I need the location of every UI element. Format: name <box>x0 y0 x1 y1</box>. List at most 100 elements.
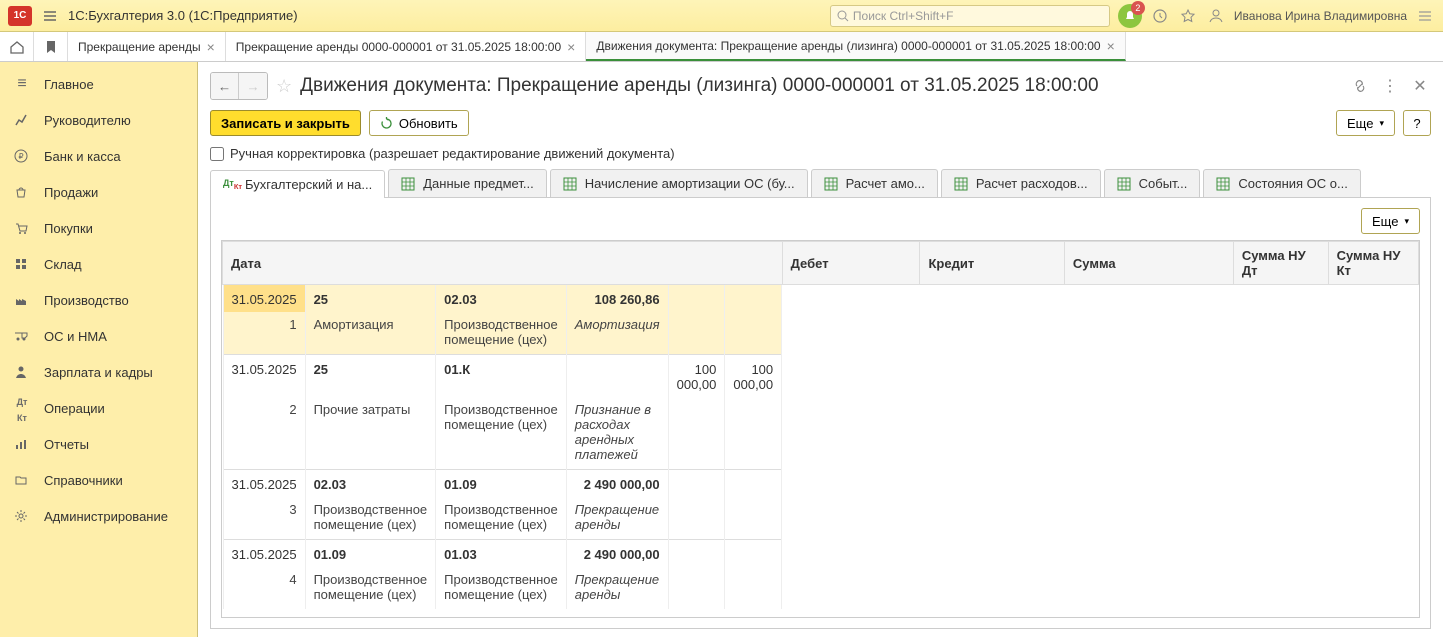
sidebar-label: Покупки <box>44 221 93 236</box>
subtab-1[interactable]: Данные предмет... <box>388 169 546 197</box>
more-button[interactable]: Еще ▾ <box>1336 110 1395 136</box>
app-logo: 1C <box>8 6 32 26</box>
sidebar-item-12[interactable]: Администрирование <box>0 498 197 534</box>
notification-badge: 2 <box>1131 1 1145 15</box>
dk-icon: ДтКт <box>223 178 237 192</box>
refresh-button[interactable]: Обновить <box>369 110 469 136</box>
tab-1[interactable]: Прекращение аренды 0000-000001 от 31.05.… <box>226 32 587 61</box>
sidebar-item-0[interactable]: ≡Главное <box>0 66 197 102</box>
tabbar: Прекращение аренды×Прекращение аренды 00… <box>0 32 1443 62</box>
sidebar-icon <box>14 509 30 523</box>
accounting-grid[interactable]: Дата Дебет Кредит Сумма Сумма НУ Дт Сумм… <box>221 240 1420 618</box>
kebab-icon[interactable]: ⋮ <box>1379 75 1401 97</box>
subtab-3[interactable]: Расчет амо... <box>811 169 938 197</box>
subtabs: ДтКт Бухгалтерский и на... Данные предмет.… <box>210 169 1431 198</box>
close-icon[interactable]: ✕ <box>1409 75 1431 97</box>
table-row[interactable]: 31.05.20252502.03108 260,861АмортизацияП… <box>223 285 782 355</box>
search-placeholder: Поиск Ctrl+Shift+F <box>853 9 954 23</box>
sidebar-label: Руководителю <box>44 113 131 128</box>
history-icon[interactable] <box>1150 6 1170 26</box>
main-content: ← → ☆ Движения документа: Прекращение ар… <box>198 62 1443 637</box>
grid-more-button[interactable]: Еще ▾ <box>1361 208 1420 234</box>
table-row[interactable]: 31.05.202502.0301.092 490 000,003Произво… <box>223 470 782 540</box>
sidebar-icon <box>14 113 30 127</box>
nav-back-button[interactable]: ← <box>211 73 239 99</box>
tab-close-icon[interactable]: × <box>567 39 575 55</box>
subtab-label: Расчет амо... <box>846 176 925 191</box>
col-date[interactable]: Дата <box>223 242 783 285</box>
sidebar-item-8[interactable]: Зарплата и кадры <box>0 354 197 390</box>
col-nudt[interactable]: Сумма НУ Дт <box>1233 242 1328 285</box>
sidebar-label: Продажи <box>44 185 98 200</box>
sidebar-label: Зарплата и кадры <box>44 365 153 380</box>
sidebar-item-7[interactable]: ОС и НМА <box>0 318 197 354</box>
sidebar-icon: ₽ <box>14 149 30 163</box>
help-button[interactable]: ? <box>1403 110 1431 136</box>
manual-edit-checkbox[interactable] <box>210 147 224 161</box>
subtab-5[interactable]: Событ... <box>1104 169 1201 197</box>
table-row[interactable]: 31.05.202501.0901.032 490 000,004Произво… <box>223 540 782 610</box>
bookmark-icon[interactable] <box>34 32 68 61</box>
table-row[interactable]: 31.05.20252501.К100 000,00100 000,002Про… <box>223 355 782 470</box>
subtab-2[interactable]: Начисление амортизации ОС (бу... <box>550 169 808 197</box>
app-title: 1С:Бухгалтерия 3.0 (1С:Предприятие) <box>68 8 298 23</box>
sidebar-item-10[interactable]: Отчеты <box>0 426 197 462</box>
subtab-label: Данные предмет... <box>423 176 533 191</box>
sidebar-label: Главное <box>44 77 94 92</box>
sidebar-item-1[interactable]: Руководителю <box>0 102 197 138</box>
user-name[interactable]: Иванова Ирина Владимировна <box>1234 9 1407 23</box>
sidebar-item-4[interactable]: Покупки <box>0 210 197 246</box>
notification-icon[interactable]: 2 <box>1118 4 1142 28</box>
sidebar-label: ОС и НМА <box>44 329 107 344</box>
refresh-icon <box>380 117 393 130</box>
tab-close-icon[interactable]: × <box>207 39 215 55</box>
tab-2[interactable]: Движения документа: Прекращение аренды (… <box>586 32 1125 61</box>
link-icon[interactable] <box>1349 75 1371 97</box>
subtab-label: Расчет расходов... <box>976 176 1088 191</box>
sidebar-icon <box>14 473 30 487</box>
sidebar-item-11[interactable]: Справочники <box>0 462 197 498</box>
sidebar-item-2[interactable]: ₽Банк и касса <box>0 138 197 174</box>
sidebar-label: Справочники <box>44 473 123 488</box>
sidebar-item-3[interactable]: Продажи <box>0 174 197 210</box>
sidebar: ≡Главное Руководителю ₽Банк и касса Продажи… <box>0 62 198 637</box>
user-icon[interactable] <box>1206 6 1226 26</box>
sidebar-label: Отчеты <box>44 437 89 452</box>
sidebar-icon <box>14 221 30 235</box>
sidebar-icon <box>14 365 30 379</box>
window-menu-icon[interactable] <box>1415 6 1435 26</box>
write-close-button[interactable]: Записать и закрыть <box>210 110 361 136</box>
sidebar-label: Операции <box>44 401 105 416</box>
subtab-4[interactable]: Расчет расходов... <box>941 169 1101 197</box>
grid-icon <box>401 177 415 191</box>
search-icon <box>837 10 849 22</box>
subtab-label: Начисление амортизации ОС (бу... <box>585 176 795 191</box>
star-icon[interactable] <box>1178 6 1198 26</box>
col-nukt[interactable]: Сумма НУ Кт <box>1328 242 1418 285</box>
titlebar: 1C 1С:Бухгалтерия 3.0 (1С:Предприятие) П… <box>0 0 1443 32</box>
grid-icon <box>563 177 577 191</box>
subtab-6[interactable]: Состояния ОС о... <box>1203 169 1360 197</box>
tab-close-icon[interactable]: × <box>1107 38 1115 54</box>
grid-icon <box>824 177 838 191</box>
col-debit[interactable]: Дебет <box>782 242 920 285</box>
subtab-label: Бухгалтерский и на... <box>245 177 372 192</box>
menu-icon[interactable] <box>40 6 60 26</box>
col-credit[interactable]: Кредит <box>920 242 1064 285</box>
tab-0[interactable]: Прекращение аренды× <box>68 32 226 61</box>
favorite-star-icon[interactable]: ☆ <box>276 76 292 97</box>
search-input[interactable]: Поиск Ctrl+Shift+F <box>830 5 1110 27</box>
sidebar-item-5[interactable]: Склад <box>0 246 197 282</box>
col-sum[interactable]: Сумма <box>1064 242 1233 285</box>
nav-arrows: ← → <box>210 72 268 100</box>
sidebar-label: Склад <box>44 257 82 272</box>
nav-forward-button[interactable]: → <box>239 73 267 99</box>
grid-icon <box>954 177 968 191</box>
sidebar-item-6[interactable]: Производство <box>0 282 197 318</box>
manual-edit-label: Ручная корректировка (разрешает редактир… <box>230 146 675 161</box>
page-title: Движения документа: Прекращение аренды (… <box>300 75 1098 97</box>
sidebar-item-9[interactable]: ДтКтОперации <box>0 390 197 426</box>
subtab-0[interactable]: ДтКт Бухгалтерский и на... <box>210 170 385 198</box>
sidebar-icon <box>14 185 30 199</box>
home-icon[interactable] <box>0 32 34 61</box>
